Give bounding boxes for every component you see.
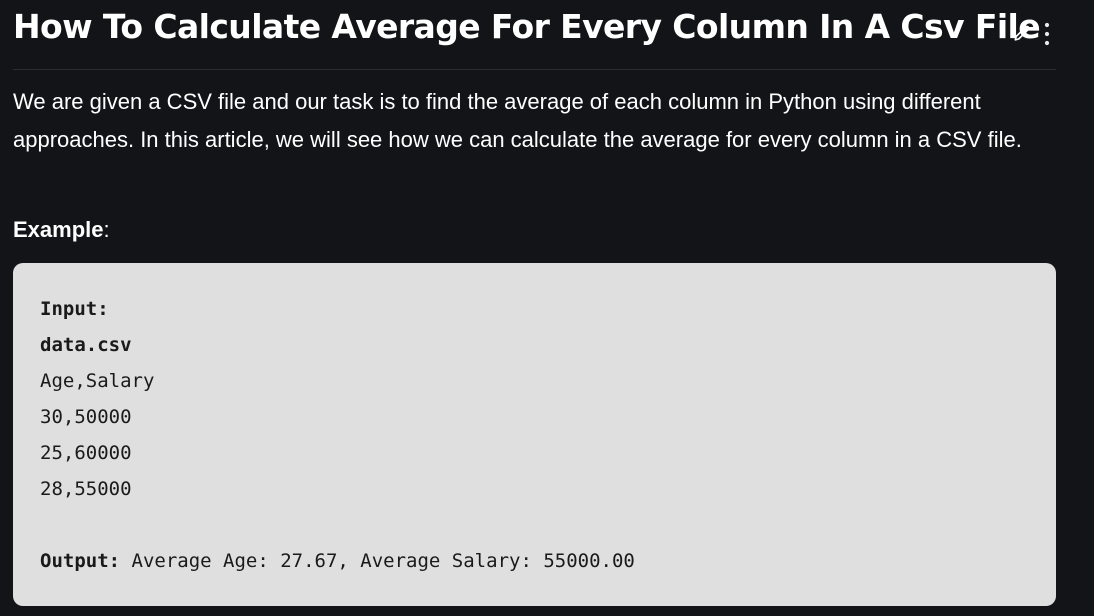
- code-output-label: Output:: [40, 550, 121, 572]
- example-heading: Example:: [13, 212, 110, 248]
- article-header: How To Calculate Average For Every Colum…: [13, 0, 1056, 70]
- code-output-line: Output: Average Age: 27.67, Average Sala…: [40, 543, 1056, 579]
- more-options-button[interactable]: [1038, 20, 1056, 48]
- article-intro: We are given a CSV file and our task is …: [13, 89, 1022, 152]
- code-line: Age,Salary: [40, 370, 155, 392]
- code-filename: data.csv: [40, 334, 132, 356]
- edit-button[interactable]: [1008, 20, 1036, 48]
- header-actions: [1008, 20, 1056, 48]
- example-colon: :: [103, 217, 110, 242]
- code-line: 28,55000: [40, 478, 132, 500]
- code-output-value: Average Age: 27.67, Average Salary: 5500…: [120, 550, 635, 572]
- page-title: How To Calculate Average For Every Colum…: [13, 7, 1041, 46]
- example-label: Example: [13, 217, 104, 242]
- code-input-label: Input:: [40, 298, 109, 320]
- code-spacer: [40, 507, 1056, 543]
- code-block: Input: data.csv Age,Salary 30,50000 25,6…: [13, 263, 1056, 606]
- vertical-dots-icon: [1044, 22, 1050, 46]
- code-line: 25,60000: [40, 442, 132, 464]
- pencil-icon: [1014, 25, 1030, 41]
- code-line: 30,50000: [40, 406, 132, 428]
